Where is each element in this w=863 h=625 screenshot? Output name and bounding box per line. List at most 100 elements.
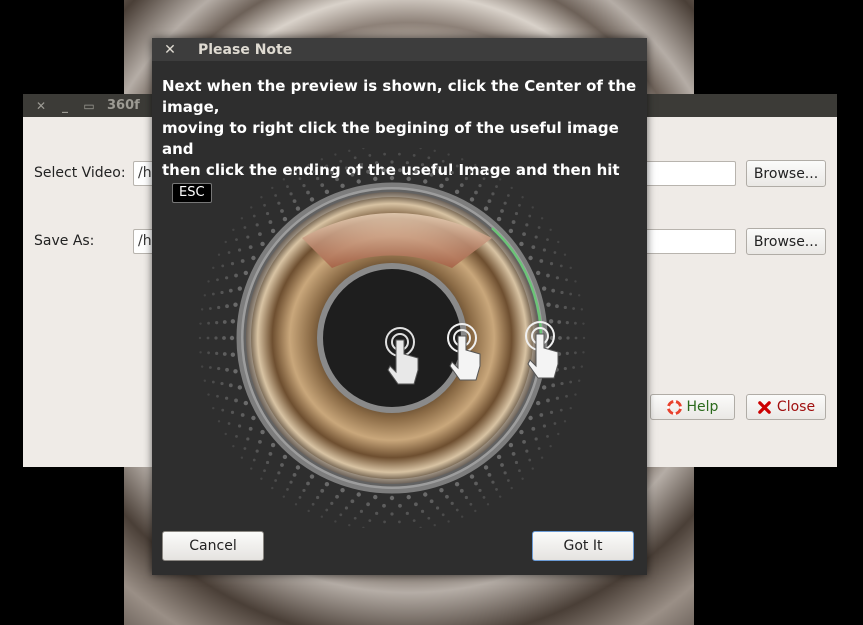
ring-dot bbox=[450, 171, 454, 175]
ring-dot bbox=[375, 161, 379, 165]
ring-dot bbox=[316, 176, 320, 181]
ring-dot bbox=[309, 474, 315, 479]
ring-dot bbox=[551, 383, 556, 388]
ring-dot bbox=[270, 228, 276, 234]
ring-dot bbox=[546, 398, 550, 403]
ring-dot bbox=[230, 319, 236, 324]
ring-dot bbox=[521, 477, 524, 480]
ring-dot bbox=[234, 273, 238, 278]
ring-dot bbox=[229, 335, 235, 341]
ring-dot bbox=[450, 501, 454, 505]
select-video-label: Select Video: bbox=[34, 165, 126, 181]
ring-dot bbox=[359, 163, 364, 167]
got-it-button[interactable]: Got It bbox=[532, 531, 634, 561]
ring-dot bbox=[559, 264, 563, 268]
browse-save-label: Browse... bbox=[753, 233, 819, 250]
ring-dot bbox=[208, 307, 212, 310]
ring-dot bbox=[565, 351, 569, 355]
ring-dot bbox=[248, 245, 253, 250]
ring-dot bbox=[260, 196, 263, 199]
ring-dot bbox=[280, 209, 284, 213]
ring-dot bbox=[330, 501, 334, 505]
ring-dot bbox=[235, 238, 238, 242]
ring-dot bbox=[255, 449, 259, 453]
message-line: Next when the preview is shown, click th… bbox=[162, 77, 637, 116]
ring-dot bbox=[542, 248, 547, 252]
ring-dot bbox=[383, 520, 386, 524]
ring-dot bbox=[292, 199, 297, 204]
ring-dot bbox=[398, 503, 402, 508]
ring-dot bbox=[221, 408, 225, 412]
ring-dot bbox=[549, 262, 554, 266]
ring-dot bbox=[535, 400, 541, 406]
ring-dot bbox=[474, 190, 478, 195]
ring-dot bbox=[582, 351, 585, 354]
ring-dot bbox=[420, 163, 425, 167]
ring-dot bbox=[225, 276, 229, 280]
ring-dot bbox=[286, 488, 289, 491]
ring-dot bbox=[464, 176, 468, 181]
ring-dot bbox=[224, 432, 227, 436]
ring-dot bbox=[503, 471, 507, 475]
browse-video-button[interactable]: Browse... bbox=[746, 160, 826, 187]
ring-dot bbox=[441, 513, 445, 517]
ring-dot bbox=[232, 444, 235, 448]
close-button[interactable]: Close bbox=[746, 394, 826, 420]
ring-dot bbox=[222, 336, 226, 340]
ring-dot bbox=[307, 163, 310, 167]
ring-dot bbox=[474, 509, 477, 513]
ring-dot bbox=[433, 523, 436, 527]
minimize-icon[interactable]: _ bbox=[53, 99, 77, 113]
ring-dot bbox=[521, 196, 524, 199]
close-icon[interactable]: ✕ bbox=[29, 99, 53, 113]
ring-dot bbox=[263, 203, 266, 207]
ring-dot bbox=[224, 240, 227, 244]
ring-dot bbox=[574, 393, 577, 396]
ring-dot bbox=[572, 307, 576, 310]
ring-dot bbox=[294, 503, 298, 506]
ring-dot bbox=[258, 439, 262, 444]
ring-dot bbox=[250, 206, 253, 209]
ring-dot bbox=[569, 266, 572, 270]
ring-dot bbox=[522, 439, 526, 444]
ring-dot bbox=[240, 259, 245, 263]
ring-dot bbox=[368, 519, 372, 523]
ring-dot bbox=[265, 211, 270, 216]
ring-dot bbox=[495, 185, 498, 188]
ring-dot bbox=[282, 454, 288, 460]
ring-dot bbox=[271, 486, 274, 490]
ring-dot bbox=[546, 238, 549, 242]
browse-save-button[interactable]: Browse... bbox=[746, 228, 826, 255]
ring-dot bbox=[366, 169, 370, 174]
browse-video-label: Browse... bbox=[753, 165, 819, 182]
ring-dot bbox=[215, 321, 219, 325]
ring-dot bbox=[243, 270, 249, 276]
dialog-close-icon[interactable]: ✕ bbox=[152, 42, 188, 58]
ring-dot bbox=[427, 516, 431, 520]
ring-dot bbox=[535, 270, 541, 276]
help-button[interactable]: Help bbox=[650, 394, 735, 420]
ring-dot bbox=[240, 456, 244, 459]
ring-dot bbox=[302, 183, 306, 188]
ring-dot bbox=[260, 241, 265, 247]
ring-dot bbox=[559, 408, 563, 412]
ring-dot bbox=[227, 422, 231, 425]
ring-dot bbox=[546, 273, 550, 278]
maximize-icon[interactable]: ▭ bbox=[77, 99, 101, 113]
help-label: Help bbox=[686, 399, 719, 415]
ring-dot bbox=[243, 447, 247, 450]
lens-illustration bbox=[198, 148, 586, 528]
ring-dot bbox=[216, 394, 219, 398]
ring-dot bbox=[268, 452, 273, 456]
ring-dot bbox=[237, 248, 242, 252]
cancel-button[interactable]: Cancel bbox=[162, 531, 264, 561]
ring-dot bbox=[309, 197, 315, 202]
ring-dot bbox=[295, 465, 301, 470]
ring-dot bbox=[228, 288, 233, 293]
ring-dot bbox=[320, 515, 324, 518]
ring-dot bbox=[414, 502, 418, 507]
ring-dot bbox=[232, 228, 235, 232]
ring-dot bbox=[306, 481, 310, 486]
ring-dot bbox=[459, 183, 464, 188]
ring-dot bbox=[298, 177, 302, 181]
